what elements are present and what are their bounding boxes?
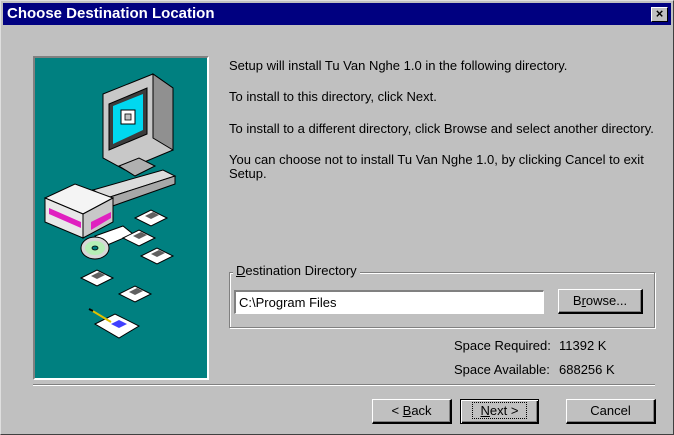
destination-path-input[interactable] xyxy=(234,290,544,314)
setup-illustration xyxy=(33,56,209,380)
space-available-value: 688256 K xyxy=(559,362,615,377)
button-divider xyxy=(33,384,655,386)
window-title: Choose Destination Location xyxy=(7,5,215,22)
back-button[interactable]: < Back xyxy=(372,399,452,424)
cancel-hint-text: You can choose not to install Tu Van Ngh… xyxy=(229,152,644,167)
browse-hint-text: To install to a different directory, cli… xyxy=(229,121,654,136)
cd-icon xyxy=(80,236,110,260)
next-button[interactable]: Next > xyxy=(460,399,539,424)
setup-dialog: Choose Destination Location × Setup will… xyxy=(0,0,674,435)
destination-group-label: Destination Directory xyxy=(233,263,360,278)
computer-icon xyxy=(91,73,177,209)
browse-button[interactable]: Browse... xyxy=(558,289,643,314)
floppy-disk-icon xyxy=(139,247,175,265)
cancel-hint-text-cont: Setup. xyxy=(229,166,267,181)
title-bar[interactable]: Choose Destination Location × xyxy=(3,3,671,25)
space-required-label: Space Required: xyxy=(454,338,551,353)
certificate-icon xyxy=(88,308,141,339)
floppy-disk-icon xyxy=(79,269,115,287)
floppy-disk-icon xyxy=(133,209,169,227)
close-button[interactable]: × xyxy=(651,7,668,22)
cancel-button[interactable]: Cancel xyxy=(566,399,656,424)
space-available-label: Space Available: xyxy=(454,362,550,377)
next-hint-text: To install to this directory, click Next… xyxy=(229,89,437,104)
floppy-disk-icon xyxy=(117,285,153,303)
intro-text: Setup will install Tu Van Nghe 1.0 in th… xyxy=(229,58,568,73)
space-required-value: 11392 K xyxy=(559,338,607,353)
close-icon: × xyxy=(655,6,664,21)
